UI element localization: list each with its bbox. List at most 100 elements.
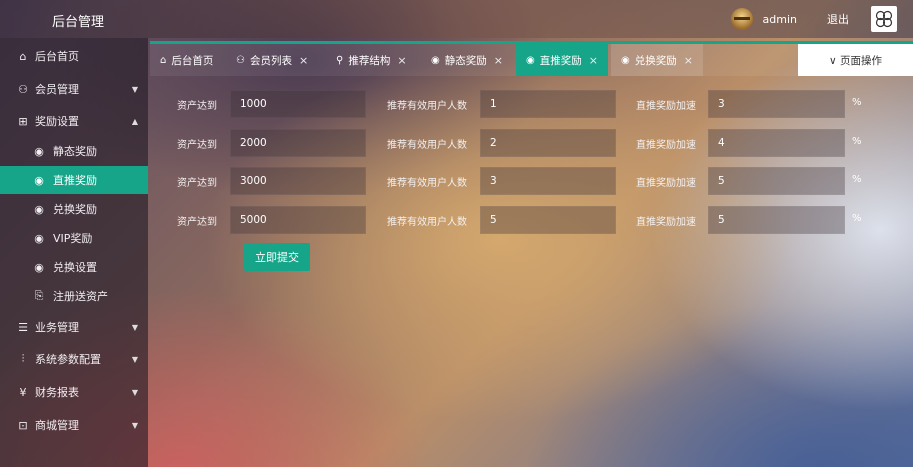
percent-sign: %: [852, 97, 862, 108]
sidebar: ⌂ 后台首页 ⚇ 会员管理 ▼ ⊞ 奖励设置 ▲ ◉ 静态奖励 ◉ 直推奖励 ◉…: [0, 38, 148, 467]
home-icon: ⌂: [160, 54, 167, 66]
sidebar-item-label: 奖励设置: [35, 115, 79, 128]
close-icon[interactable]: ×: [299, 54, 308, 67]
assets-input[interactable]: 5000: [230, 206, 366, 234]
sidebar-item-business[interactable]: ☰ 业务管理 ▼: [0, 313, 148, 341]
brand-title: 后台管理: [52, 15, 105, 30]
speedup-input[interactable]: 5: [708, 167, 845, 195]
sidebar-item-label: 财务报表: [35, 386, 79, 399]
sidebar-item-label: 商城管理: [35, 419, 79, 432]
radio-dot-icon: ◉: [34, 173, 44, 187]
referrals-input[interactable]: 5: [480, 206, 616, 234]
tab-label: 推荐结构: [348, 54, 391, 67]
structure-icon: ⚲: [336, 54, 344, 66]
caret-down-icon: ▼: [131, 354, 138, 364]
user-icon: ⚇: [236, 54, 245, 66]
username[interactable]: admin: [763, 13, 797, 26]
register-gift-icon: ⎘: [34, 289, 44, 302]
caret-up-icon: ▲: [131, 116, 138, 126]
tab-label: 直推奖励: [539, 54, 582, 67]
sidebar-item-label: 会员管理: [35, 83, 79, 96]
caret-down-icon: ▼: [131, 420, 138, 430]
speedup-input[interactable]: 5: [708, 206, 845, 234]
sidebar-item-vip-reward[interactable]: ◉ VIP奖励: [0, 224, 148, 252]
referrals-input[interactable]: 2: [480, 129, 616, 157]
user-icon: ⚇: [18, 82, 28, 96]
assets-input[interactable]: 1000: [230, 90, 366, 118]
radio-dot-icon: ◉: [621, 54, 630, 66]
referrals-label: 推荐有效用户人数: [387, 178, 467, 189]
close-icon[interactable]: ×: [589, 54, 598, 67]
radio-dot-icon: ◉: [526, 54, 535, 66]
speedup-label: 直推奖励加速: [636, 140, 696, 151]
sidebar-item-label: 直推奖励: [53, 174, 97, 187]
sidebar-item-shop[interactable]: ⊡ 商城管理 ▼: [0, 411, 148, 439]
page-operations-dropdown[interactable]: ∨ 页面操作: [798, 44, 913, 76]
top-right-area: admin 退出: [730, 0, 913, 38]
skin-switch-icon[interactable]: [871, 6, 897, 32]
tab-bar: ⌂ 后台首页 ⚇ 会员列表 × ⚲ 推荐结构 × ◉ 静态奖励 × ◉ 直推奖励…: [150, 41, 913, 76]
sidebar-item-system-config[interactable]: ⫶ 系统参数配置 ▼: [0, 345, 148, 373]
sidebar-item-register-gift[interactable]: ⎘ 注册送资产: [0, 282, 148, 310]
assets-label: 资产达到: [177, 101, 217, 112]
speedup-input[interactable]: 4: [708, 129, 845, 157]
shop-icon: ⊡: [18, 418, 28, 432]
avatar[interactable]: [730, 8, 753, 30]
caret-down-icon: ▼: [131, 84, 138, 94]
tab-home[interactable]: ⌂ 后台首页: [160, 44, 213, 76]
referrals-input[interactable]: 1: [480, 90, 616, 118]
sidebar-item-label: 注册送资产: [53, 290, 108, 303]
tab-member-list[interactable]: ⚇ 会员列表 ×: [236, 44, 308, 76]
close-icon[interactable]: ×: [684, 54, 693, 67]
top-bar: 后台管理 admin 退出: [0, 0, 913, 38]
sidebar-item-exchange-settings[interactable]: ◉ 兑换设置: [0, 253, 148, 281]
caret-down-icon: ▼: [131, 387, 138, 397]
referrals-label: 推荐有效用户人数: [387, 101, 467, 112]
speedup-input[interactable]: 3: [708, 90, 845, 118]
sidebar-item-exchange-reward[interactable]: ◉ 兑换奖励: [0, 195, 148, 223]
assets-input[interactable]: 3000: [230, 167, 366, 195]
tab-referral-structure[interactable]: ⚲ 推荐结构 ×: [336, 44, 407, 76]
tab-label: 后台首页: [171, 54, 214, 67]
percent-sign: %: [852, 213, 862, 224]
sidebar-item-home[interactable]: ⌂ 后台首页: [0, 42, 148, 70]
tab-label: 会员列表: [249, 54, 292, 67]
sidebar-item-finance[interactable]: ¥ 财务报表 ▼: [0, 378, 148, 406]
sidebar-item-label: VIP奖励: [53, 232, 93, 245]
close-icon[interactable]: ×: [494, 54, 503, 67]
speedup-label: 直推奖励加速: [636, 101, 696, 112]
sidebar-item-members[interactable]: ⚇ 会员管理 ▼: [0, 75, 148, 103]
sidebar-item-label: 兑换设置: [53, 261, 97, 274]
percent-sign: %: [852, 174, 862, 185]
tab-direct-reward[interactable]: ◉ 直推奖励 ×: [516, 44, 608, 76]
sidebar-item-static-reward[interactable]: ◉ 静态奖励: [0, 137, 148, 165]
close-icon[interactable]: ×: [397, 54, 406, 67]
tab-static-reward[interactable]: ◉ 静态奖励 ×: [431, 44, 503, 76]
radio-dot-icon: ◉: [34, 231, 44, 245]
sidebar-item-label: 系统参数配置: [35, 353, 101, 366]
referrals-input[interactable]: 3: [480, 167, 616, 195]
sidebar-item-label: 业务管理: [35, 321, 79, 334]
home-icon: ⌂: [19, 49, 27, 63]
assets-label: 资产达到: [177, 217, 217, 228]
sidebar-item-rewards[interactable]: ⊞ 奖励设置 ▲: [0, 107, 148, 135]
radio-dot-icon: ◉: [34, 260, 44, 274]
submit-button[interactable]: 立即提交: [244, 243, 310, 271]
sidebar-item-direct-reward[interactable]: ◉ 直推奖励: [0, 166, 148, 194]
referrals-label: 推荐有效用户人数: [387, 140, 467, 151]
tab-exchange-reward[interactable]: ◉ 兑换奖励 ×: [611, 44, 703, 76]
sidebar-item-label: 静态奖励: [53, 145, 97, 158]
logout-link[interactable]: 退出: [827, 11, 849, 27]
assets-label: 资产达到: [177, 140, 217, 151]
reward-row-1: 资产达到 1000 推荐有效用户人数 1 直推奖励加速 3 %: [150, 90, 913, 118]
assets-input[interactable]: 2000: [230, 129, 366, 157]
tab-label: 兑换奖励: [634, 54, 677, 67]
tab-label: 静态奖励: [444, 54, 487, 67]
sliders-icon: ⫶: [21, 352, 25, 365]
radio-dot-icon: ◉: [34, 144, 44, 158]
referrals-label: 推荐有效用户人数: [387, 217, 467, 228]
sidebar-item-label: 兑换奖励: [53, 203, 97, 216]
business-icon: ☰: [18, 320, 28, 334]
finance-icon: ¥: [19, 385, 27, 399]
assets-label: 资产达到: [177, 178, 217, 189]
